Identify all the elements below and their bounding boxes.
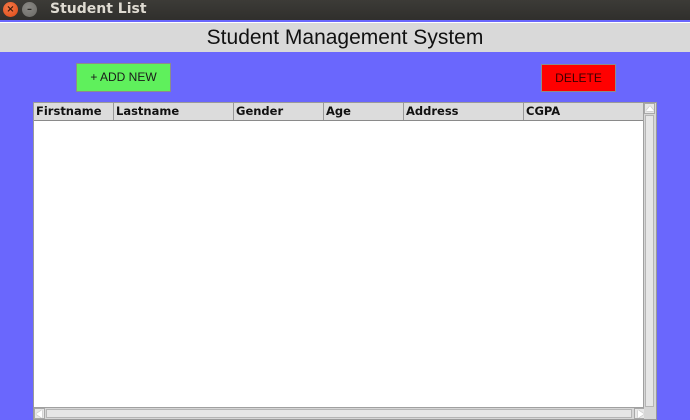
horizontal-scrollbar[interactable] — [34, 407, 645, 419]
column-header-gender[interactable]: Gender — [234, 103, 324, 120]
column-header-cgpa[interactable]: CGPA — [524, 103, 645, 120]
add-new-button[interactable]: + ADD NEW — [76, 63, 171, 92]
scroll-up-icon[interactable] — [644, 103, 655, 114]
vertical-scroll-thumb[interactable] — [645, 115, 654, 407]
window-title: Student List — [50, 1, 147, 17]
minimize-icon[interactable]: – — [22, 2, 37, 17]
student-table[interactable]: Firstname Lastname Gender Age Address CG… — [33, 102, 657, 420]
vertical-scrollbar[interactable] — [643, 103, 656, 408]
header-band: Student Management System — [0, 22, 690, 52]
column-header-firstname[interactable]: Firstname — [34, 103, 114, 120]
column-header-address[interactable]: Address — [404, 103, 524, 120]
title-bar[interactable]: × – Student List — [0, 0, 690, 20]
delete-button[interactable]: DELETE — [541, 64, 616, 92]
column-header-lastname[interactable]: Lastname — [114, 103, 234, 120]
close-icon[interactable]: × — [3, 2, 18, 17]
column-header-age[interactable]: Age — [324, 103, 404, 120]
page-title: Student Management System — [206, 26, 484, 49]
student-list-window: × – Student List Student Management Syst… — [0, 0, 690, 420]
scroll-left-icon[interactable] — [34, 408, 45, 419]
scroll-corner — [644, 407, 656, 419]
table-header: Firstname Lastname Gender Age Address CG… — [34, 103, 645, 121]
horizontal-scroll-thumb[interactable] — [46, 409, 632, 418]
